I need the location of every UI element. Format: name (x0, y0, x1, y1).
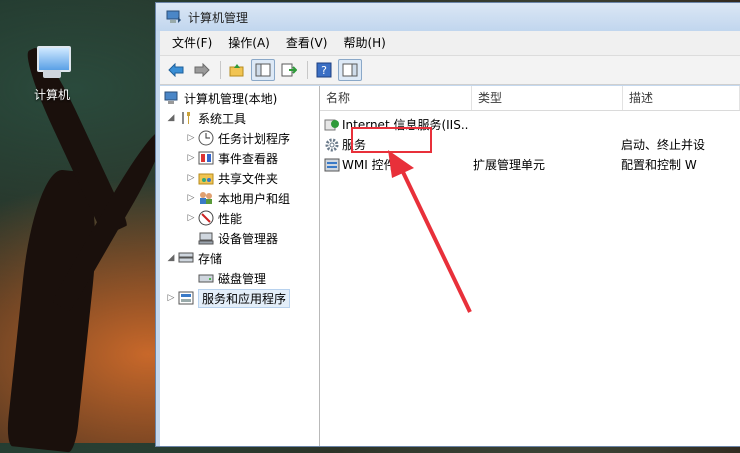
watermark: Baidu 经验 jingyan.baidu.com (570, 395, 712, 433)
annotation-arrow (388, 150, 472, 313)
